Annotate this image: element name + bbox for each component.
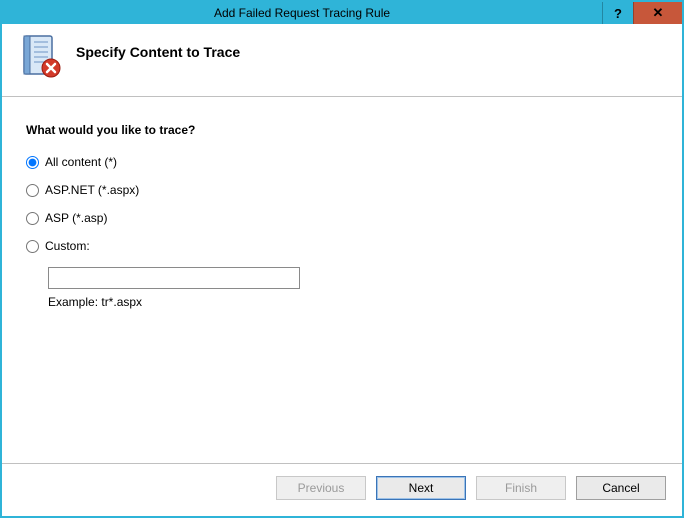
radio-custom-input[interactable] <box>26 240 39 253</box>
cancel-button[interactable]: Cancel <box>576 476 666 500</box>
radio-option-custom[interactable]: Custom: <box>26 239 658 253</box>
radio-asp-label: ASP (*.asp) <box>45 211 107 225</box>
radio-option-asp[interactable]: ASP (*.asp) <box>26 211 658 225</box>
wizard-header: Specify Content to Trace <box>2 24 682 96</box>
content-area: What would you like to trace? All conten… <box>2 97 682 463</box>
custom-pattern-input[interactable] <box>48 267 300 289</box>
help-button[interactable]: ? <box>602 2 633 24</box>
previous-button[interactable]: Previous <box>276 476 366 500</box>
question-label: What would you like to trace? <box>26 123 658 137</box>
radio-all-label: All content (*) <box>45 155 117 169</box>
radio-option-all[interactable]: All content (*) <box>26 155 658 169</box>
radio-aspnet-label: ASP.NET (*.aspx) <box>45 183 139 197</box>
page-icon <box>18 34 62 78</box>
finish-button[interactable]: Finish <box>476 476 566 500</box>
radio-all-input[interactable] <box>26 156 39 169</box>
close-icon: ✕ <box>653 5 664 21</box>
example-label: Example: tr*.aspx <box>48 295 658 309</box>
custom-block: Example: tr*.aspx <box>48 267 658 309</box>
radio-aspnet-input[interactable] <box>26 184 39 197</box>
radio-custom-label: Custom: <box>45 239 90 253</box>
radio-option-aspnet[interactable]: ASP.NET (*.aspx) <box>26 183 658 197</box>
close-button[interactable]: ✕ <box>633 2 682 24</box>
page-title: Specify Content to Trace <box>76 44 240 60</box>
window-title: Add Failed Request Tracing Rule <box>2 2 602 24</box>
wizard-window: Add Failed Request Tracing Rule ? ✕ <box>0 0 684 518</box>
next-button[interactable]: Next <box>376 476 466 500</box>
wizard-footer: Previous Next Finish Cancel <box>2 463 682 516</box>
window-controls: ? ✕ <box>602 2 682 24</box>
radio-asp-input[interactable] <box>26 212 39 225</box>
help-icon: ? <box>614 6 622 21</box>
titlebar: Add Failed Request Tracing Rule ? ✕ <box>2 2 682 24</box>
